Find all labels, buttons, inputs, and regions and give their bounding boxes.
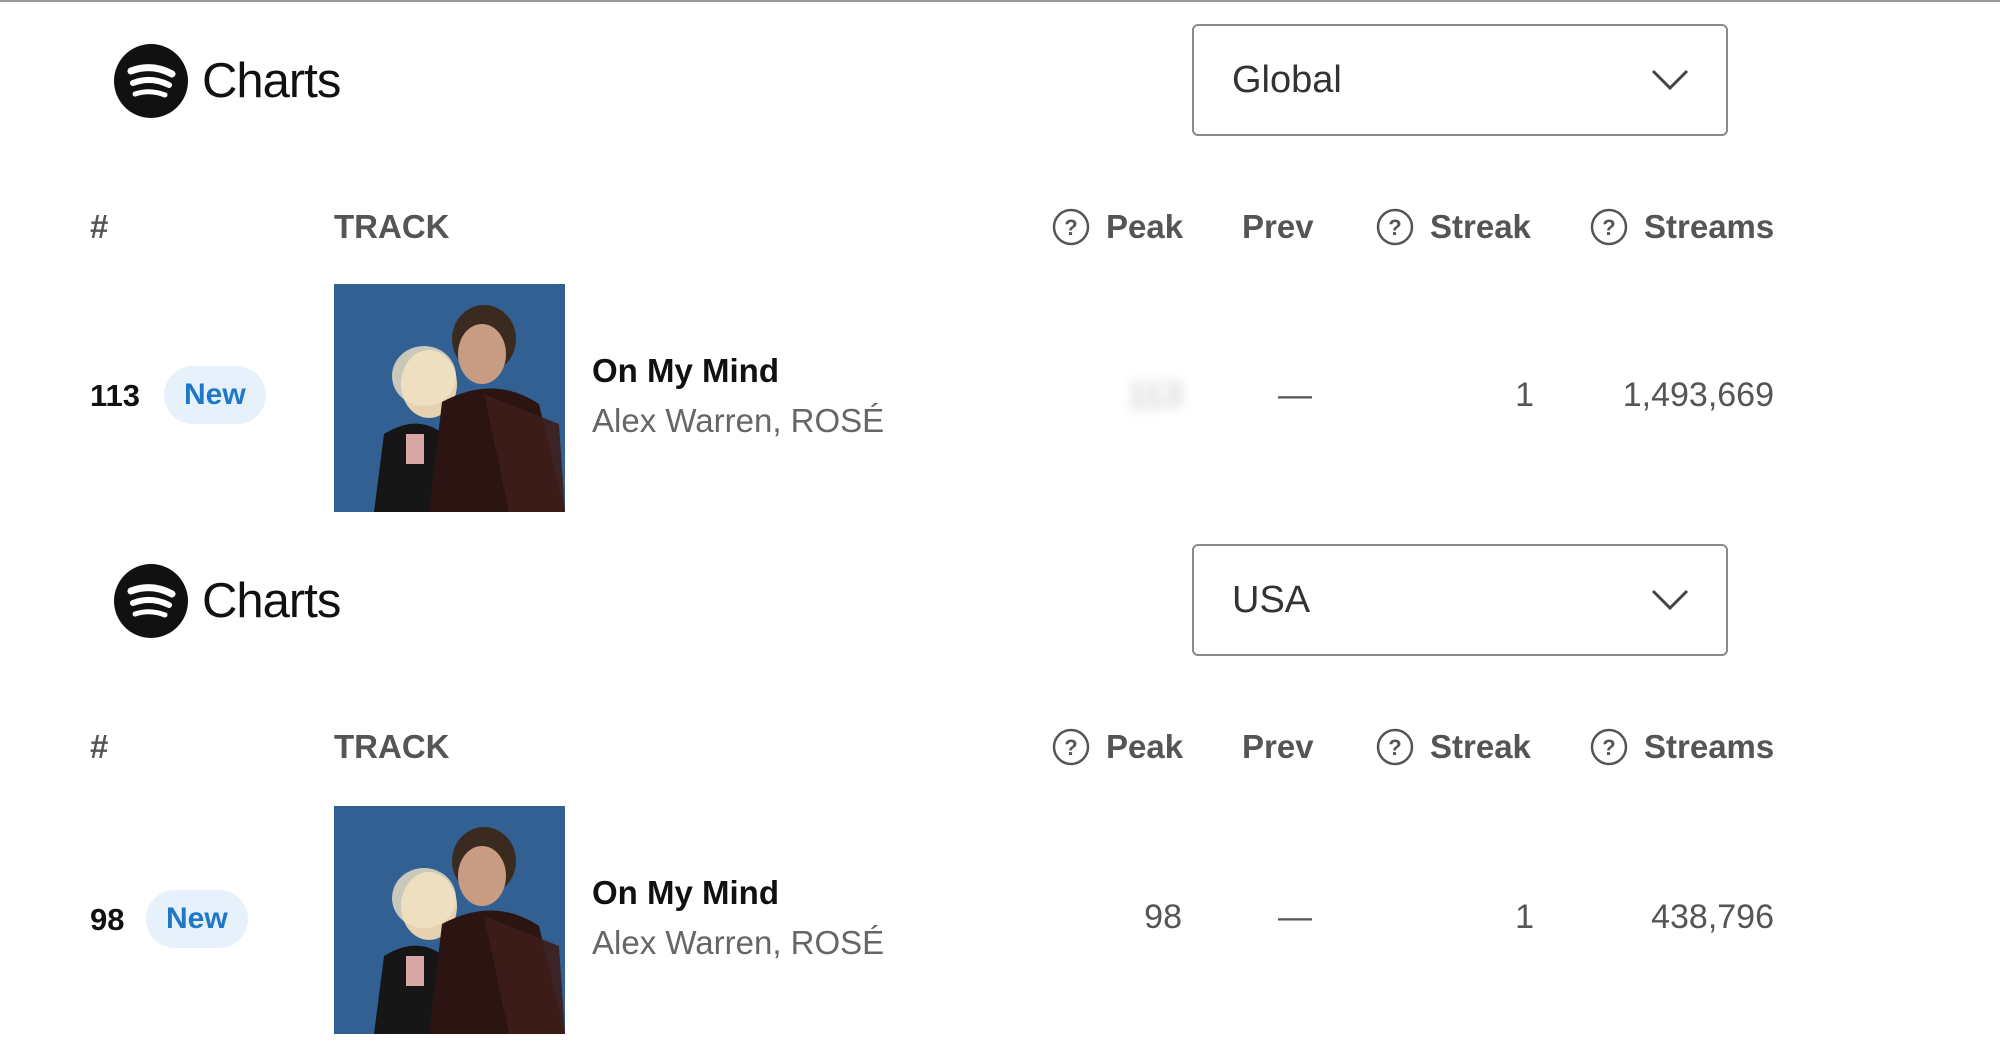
header-prev: Prev: [1242, 728, 1314, 765]
header-streak-label: Streak: [1430, 208, 1531, 245]
header-prev: Prev: [1242, 208, 1314, 245]
chevron-down-icon: [1651, 589, 1689, 611]
question-circle-icon[interactable]: ?: [1052, 728, 1090, 766]
track-artist[interactable]: Alex Warren, ROSÉ: [592, 402, 884, 440]
prev-value: —: [1278, 898, 1312, 936]
track-title[interactable]: On My Mind: [592, 352, 779, 390]
question-circle-icon[interactable]: ?: [1376, 728, 1414, 766]
header-peak: ? Peak: [1052, 208, 1183, 246]
spotify-logo-icon: [114, 44, 188, 118]
header-rank: #: [90, 728, 109, 765]
streak-value: 1: [1515, 898, 1534, 936]
header-streams: ? Streams: [1590, 728, 1774, 766]
header-streams-label: Streams: [1644, 728, 1775, 765]
region-select[interactable]: Global: [1192, 24, 1728, 136]
header-peak: ? Peak: [1052, 728, 1183, 766]
spotify-logo-icon: [114, 564, 188, 638]
streak-value: 1: [1515, 376, 1534, 414]
chevron-down-icon: [1651, 69, 1689, 91]
peak-value: 113: [1127, 376, 1182, 414]
question-circle-icon[interactable]: ?: [1376, 208, 1414, 246]
brand-label: Charts: [202, 54, 341, 108]
row-rank: 98: [90, 902, 125, 937]
header-streams-label: Streams: [1644, 208, 1775, 245]
header-streak: ? Streak: [1376, 728, 1531, 766]
header-track: TRACK: [334, 728, 450, 765]
header-rank: #: [90, 208, 109, 245]
peak-value: 98: [1144, 898, 1182, 936]
svg-text:?: ?: [1388, 215, 1401, 240]
row-rank: 113: [90, 378, 141, 413]
question-circle-icon[interactable]: ?: [1052, 208, 1090, 246]
track-artist[interactable]: Alex Warren, ROSÉ: [592, 924, 884, 962]
question-circle-icon[interactable]: ?: [1590, 728, 1628, 766]
region-select[interactable]: USA: [1192, 544, 1728, 656]
header-streams: ? Streams: [1590, 208, 1774, 246]
spotify-charts-logo[interactable]: Charts: [114, 44, 341, 118]
brand-label: Charts: [202, 574, 341, 628]
header-peak-label: Peak: [1106, 728, 1184, 765]
question-circle-icon[interactable]: ?: [1590, 208, 1628, 246]
region-select-value: Global: [1232, 58, 1342, 101]
header-streak: ? Streak: [1376, 208, 1531, 246]
svg-text:?: ?: [1602, 735, 1615, 760]
chart-section-usa: Charts USA # TRACK ? Peak Prev ? Streak …: [0, 520, 2000, 1040]
svg-text:?: ?: [1388, 735, 1401, 760]
prev-value: —: [1278, 376, 1312, 414]
svg-text:?: ?: [1064, 735, 1077, 760]
spotify-charts-logo[interactable]: Charts: [114, 564, 341, 638]
album-cover[interactable]: [334, 284, 565, 512]
album-cover[interactable]: [334, 806, 565, 1034]
streams-value: 438,796: [1651, 898, 1774, 936]
region-select-value: USA: [1232, 578, 1311, 621]
chart-section-global: Charts Global # TRACK ? Peak Prev ? Stre…: [0, 0, 2000, 520]
header-peak-label: Peak: [1106, 208, 1184, 245]
streams-value: 1,493,669: [1622, 376, 1774, 414]
new-badge: New: [146, 890, 248, 948]
header-track: TRACK: [334, 208, 450, 245]
svg-text:?: ?: [1064, 215, 1077, 240]
track-title[interactable]: On My Mind: [592, 874, 779, 912]
svg-text:?: ?: [1602, 215, 1615, 240]
new-badge: New: [164, 366, 266, 424]
header-streak-label: Streak: [1430, 728, 1531, 765]
